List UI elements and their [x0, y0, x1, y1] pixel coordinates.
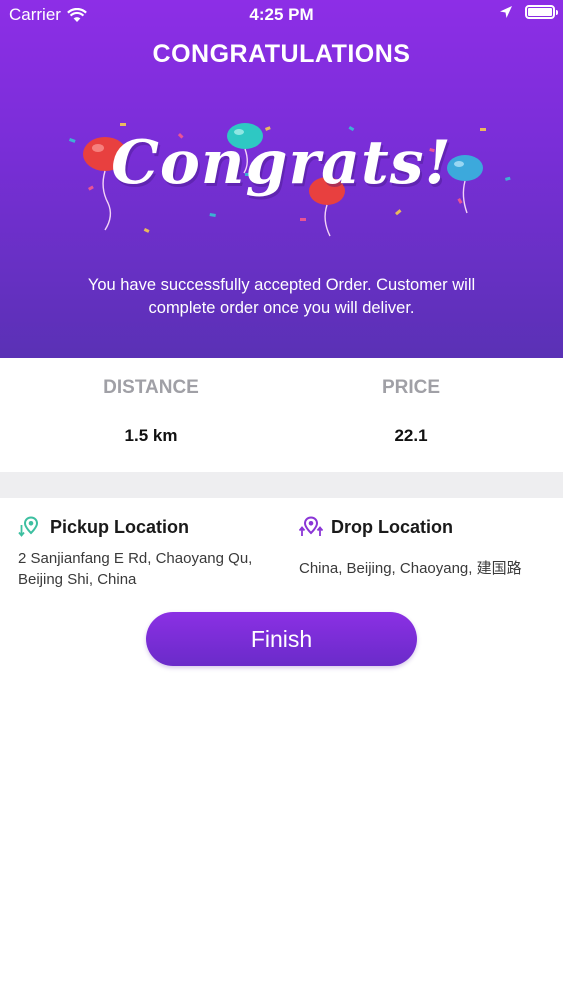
drop-title: Drop Location: [331, 516, 453, 537]
distance-value: 1.5 km: [124, 426, 178, 445]
price-value: 22.1: [394, 426, 428, 445]
drop-location: Drop Location China, Beijing, Chaoyang, …: [299, 514, 559, 579]
pickup-location: Pickup Location 2 Sanjianfang E Rd, Chao…: [18, 514, 280, 590]
congrats-banner-text: Congrats!: [111, 128, 452, 198]
finish-button[interactable]: Finish: [146, 612, 417, 666]
page-title: CONGRATULATIONS: [152, 40, 411, 68]
drop-header: Drop Location: [299, 514, 559, 540]
success-message: You have successfully accepted Order. Cu…: [87, 276, 476, 317]
drop-address: China, Beijing, Chaoyang, 建国路: [299, 560, 522, 577]
distance-stat: DISTANCE 1.5 km: [10, 358, 292, 446]
section-divider: [0, 472, 563, 498]
price-stat: PRICE 22.1: [270, 358, 552, 446]
distance-label: DISTANCE: [103, 377, 199, 398]
pickup-header: Pickup Location: [18, 514, 280, 540]
pickup-address: 2 Sanjianfang E Rd, Chaoyang Qu, Beijing…: [18, 550, 253, 588]
battery-icon: [525, 5, 558, 19]
status-time: 4:25 PM: [249, 5, 314, 24]
congratulations-header: Carrier 4:25 PM CONGRATULATIONS Congrats…: [0, 0, 563, 358]
pickup-title: Pickup Location: [50, 516, 190, 537]
status-bar: Carrier 4:25 PM: [0, 0, 563, 30]
order-stats: DISTANCE 1.5 km PRICE 22.1: [0, 358, 563, 472]
price-label: PRICE: [381, 377, 441, 398]
pickup-pin-icon: [18, 516, 39, 537]
status-indicators: [499, 5, 558, 19]
drop-pin-icon: [299, 516, 323, 536]
location-arrow-icon: [500, 6, 512, 18]
